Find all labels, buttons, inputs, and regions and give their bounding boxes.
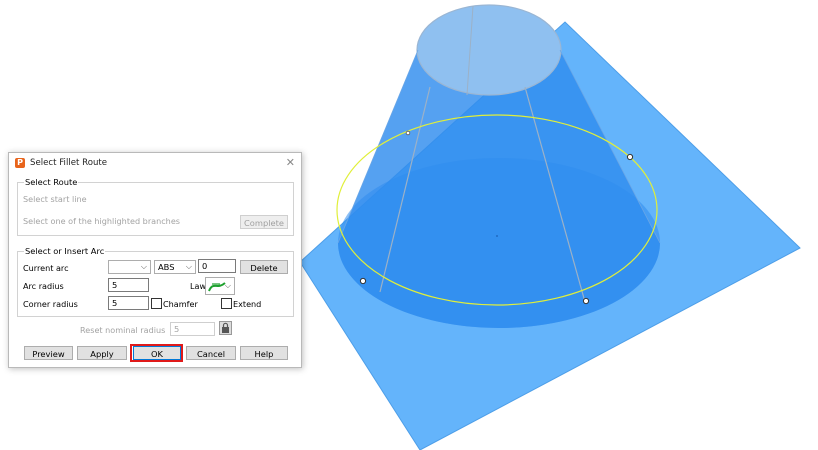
chamfer-label: Chamfer (163, 299, 198, 309)
select-fillet-route-dialog: P Select Fillet Route ✕ Select Route Sel… (8, 152, 302, 368)
apply-button[interactable]: Apply (77, 346, 127, 360)
arc-radius-label: Arc radius (23, 281, 64, 291)
arc-mode-value: ABS (158, 262, 175, 272)
dialog-title: Select Fillet Route (30, 158, 108, 168)
branch-endpoint-marker[interactable] (626, 153, 634, 161)
dialog-titlebar[interactable]: P Select Fillet Route ✕ (9, 153, 301, 173)
branch-endpoint-marker[interactable] (582, 297, 590, 305)
close-icon[interactable]: ✕ (286, 156, 295, 169)
select-insert-arc-group-label: Select or Insert Arc (24, 246, 106, 256)
help-button[interactable]: Help (240, 346, 288, 360)
start-line-prompt: Select start line (23, 194, 87, 204)
complete-button[interactable]: Complete (240, 215, 288, 229)
extend-label: Extend (233, 299, 262, 309)
lock-icon[interactable] (219, 321, 232, 335)
chevron-down-icon: ⌵ (224, 281, 231, 290)
extend-checkbox[interactable] (221, 298, 232, 309)
arc-radius-input[interactable]: 5 (108, 278, 149, 292)
preview-button[interactable]: Preview (24, 346, 73, 360)
current-arc-dropdown[interactable]: ⌵ (108, 260, 151, 274)
arc-offset-input[interactable]: 0 (198, 259, 236, 273)
law-label: Law (190, 281, 207, 291)
ok-button-highlight (130, 344, 183, 362)
cone-top-face[interactable] (416, 4, 562, 96)
chevron-down-icon: ⌵ (140, 262, 147, 271)
branch-endpoint-marker[interactable] (405, 130, 411, 136)
chamfer-checkbox[interactable] (151, 298, 162, 309)
reset-nominal-radius-input[interactable]: 5 (170, 322, 215, 336)
reset-nominal-radius-label: Reset nominal radius (80, 325, 166, 335)
current-arc-label: Current arc (23, 263, 69, 273)
select-route-group-label: Select Route (24, 177, 79, 187)
corner-radius-input[interactable]: 5 (108, 296, 149, 310)
chevron-down-icon: ⌵ (185, 262, 192, 271)
delete-button[interactable]: Delete (240, 260, 288, 274)
law-curve-icon (208, 282, 226, 292)
padlock-glyph (222, 322, 229, 333)
cancel-button[interactable]: Cancel (186, 346, 236, 360)
arc-mode-dropdown[interactable]: ABS ⌵ (154, 260, 196, 274)
law-dropdown[interactable]: ⌵ (205, 277, 235, 295)
branch-endpoint-marker[interactable] (359, 277, 367, 285)
corner-radius-label: Corner radius (23, 299, 78, 309)
app-logo-icon: P (15, 158, 25, 168)
cone-base-face[interactable] (338, 158, 660, 328)
origin-point (496, 235, 498, 237)
branches-prompt: Select one of the highlighted branches (23, 216, 181, 226)
